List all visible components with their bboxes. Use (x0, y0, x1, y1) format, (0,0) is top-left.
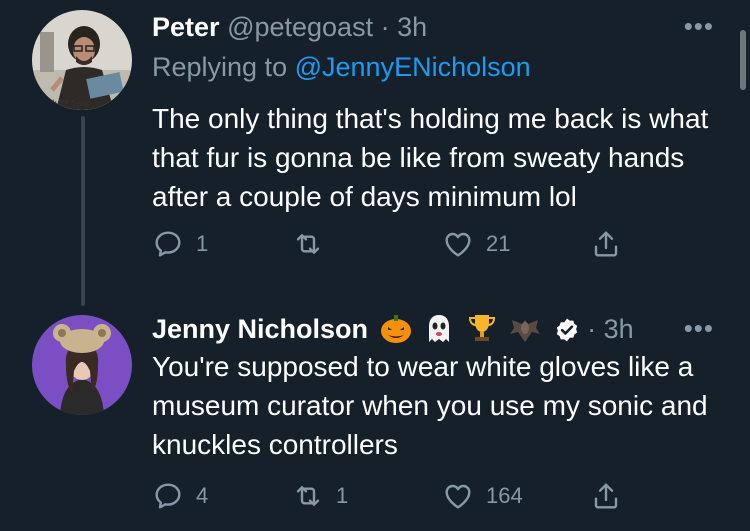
scrollbar[interactable] (740, 30, 746, 90)
like-count: 21 (486, 231, 511, 256)
tweet-text: You're supposed to wear white gloves lik… (152, 351, 708, 460)
reply-count: 4 (196, 483, 209, 508)
tweet-actions: 1 21 (152, 224, 632, 264)
heart-icon (445, 232, 471, 257)
trophy-icon (468, 315, 495, 341)
retweet-button[interactable]: 1 (292, 476, 348, 516)
replying-to: Replying to @JennyENicholson (152, 50, 531, 84)
share-button[interactable] (590, 224, 622, 264)
tweet-peter[interactable]: Just Sew Peter @petegoast · 3h ••• Reply… (0, 0, 750, 306)
display-name[interactable]: Peter (152, 12, 220, 42)
tweet-header: Jenny Nicholson · 3h (152, 312, 690, 346)
like-button[interactable]: 21 (442, 224, 510, 264)
retweet-icon (296, 486, 320, 506)
retweet-icon (296, 234, 320, 254)
reply-button[interactable]: 4 (152, 476, 208, 516)
reply-count: 1 (196, 231, 209, 256)
display-name[interactable]: Jenny Nicholson (152, 314, 368, 344)
reply-icon (155, 483, 181, 509)
thread-line (81, 116, 85, 306)
jack-o-lantern-icon (380, 315, 411, 343)
reply-button[interactable]: 1 (152, 224, 208, 264)
verified-badge-icon (556, 318, 577, 342)
avatar-peter-text: Just Sew (51, 99, 90, 109)
like-count: 164 (486, 483, 523, 508)
ghost-icon (429, 315, 450, 342)
more-options-icon[interactable]: ••• (684, 315, 714, 341)
timestamp[interactable]: 3h (397, 12, 427, 42)
user-handle[interactable]: @petegoast (227, 12, 373, 42)
separator-dot: · (380, 12, 390, 42)
tweet-actions: 4 1 164 (152, 476, 632, 516)
avatar-jenny[interactable] (32, 315, 132, 415)
separator-dot: · (587, 314, 597, 344)
like-button[interactable]: 164 (442, 476, 523, 516)
timestamp[interactable]: 3h (604, 314, 634, 344)
share-icon (594, 231, 618, 257)
tweet-header: Peter @petegoast · 3h (152, 10, 690, 44)
tweet-text: The only thing that's holding me back is… (152, 103, 709, 212)
retweet-count: 1 (336, 483, 349, 508)
replying-to-handle-link[interactable]: @JennyENicholson (295, 52, 531, 82)
heart-icon (445, 484, 471, 509)
retweet-button[interactable] (292, 224, 336, 264)
replying-to-label: Replying to (152, 52, 288, 82)
avatar-peter[interactable]: Just Sew (32, 10, 132, 110)
bat-icon (510, 320, 541, 342)
share-button[interactable] (590, 476, 622, 516)
more-options-icon[interactable]: ••• (684, 13, 714, 39)
reply-icon (155, 231, 181, 257)
share-icon (594, 483, 618, 509)
tweet-jenny[interactable]: Jenny Nicholson · 3h ••• You're supposed… (0, 290, 750, 531)
